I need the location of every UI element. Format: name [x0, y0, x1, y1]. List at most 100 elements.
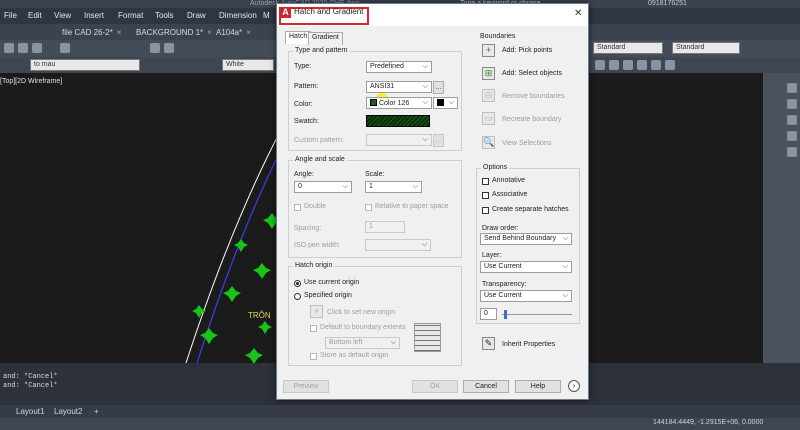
draw-polyline-icon[interactable] — [609, 60, 619, 70]
color-combo[interactable]: White — [222, 59, 274, 71]
use-current-origin-radio[interactable] — [294, 280, 301, 287]
doc-tab-3[interactable]: A104a* × — [212, 26, 255, 39]
transparency-value[interactable]: 0 — [480, 308, 497, 320]
layout-tabs: Layout1 Layout2 + — [0, 405, 800, 418]
close-icon[interactable]: × — [246, 28, 251, 37]
origin-position-select[interactable]: Bottom left ⌵ — [325, 337, 400, 349]
cancel-button[interactable]: Cancel — [463, 380, 509, 393]
remove-boundaries-button[interactable]: Remove boundaries — [502, 93, 565, 100]
menu-view[interactable]: View — [54, 11, 71, 20]
angle-scale-heading: Angle and scale — [293, 156, 347, 163]
chevron-down-icon: ⌵ — [422, 63, 428, 70]
double-checkbox[interactable] — [294, 204, 301, 211]
select-objects-icon[interactable]: ⊞ — [482, 67, 495, 80]
command-history-1: and: *Cancel* — [3, 373, 58, 381]
scale-select[interactable]: 1 ⌵ — [365, 181, 422, 193]
inherit-properties-button[interactable]: Inherit Properties — [502, 341, 555, 348]
custom-pattern-select[interactable]: ⌵ — [366, 134, 432, 146]
layer-select[interactable]: Use Current ⌵ — [480, 261, 572, 273]
add-layout-button[interactable]: + — [94, 407, 99, 416]
tab-gradient[interactable]: Gradient — [308, 32, 343, 45]
text-style-combo[interactable]: Standard — [593, 42, 663, 54]
menu-modify[interactable]: M — [263, 11, 270, 20]
transparency-select[interactable]: Use Current ⌵ — [480, 290, 572, 302]
ok-button[interactable]: OK — [412, 380, 458, 393]
redo-icon[interactable] — [164, 43, 174, 53]
menu-draw[interactable]: Draw — [187, 11, 206, 20]
angle-select[interactable]: 0 ⌵ — [294, 181, 352, 193]
layout-tab-1[interactable]: Layout1 — [16, 407, 44, 416]
menu-tools[interactable]: Tools — [155, 11, 174, 20]
color-label: Color: — [294, 101, 313, 108]
annotative-checkbox[interactable] — [482, 178, 489, 185]
steering-wheel-icon[interactable] — [787, 147, 797, 157]
menu-edit[interactable]: Edit — [28, 11, 42, 20]
associative-checkbox[interactable] — [482, 192, 489, 199]
zoom-icon[interactable] — [787, 99, 797, 109]
hatch-swatch[interactable] — [366, 115, 430, 127]
menu-dimension[interactable]: Dimension — [219, 11, 257, 20]
background-color-select[interactable]: ⌵ — [433, 97, 458, 109]
specified-origin-radio[interactable] — [294, 293, 301, 300]
pan-icon[interactable] — [787, 83, 797, 93]
custom-browse-button[interactable]: … — [433, 134, 444, 147]
transparency-slider-thumb[interactable] — [504, 310, 507, 319]
draw-rectangle-icon[interactable] — [637, 60, 647, 70]
recreate-boundary-icon[interactable]: ▭ — [482, 112, 495, 125]
inherit-properties-icon[interactable]: ✎ — [482, 337, 495, 350]
command-history-2: and: *Cancel* — [3, 382, 58, 390]
new-icon[interactable] — [4, 43, 14, 53]
iso-pen-select[interactable]: ⌵ — [365, 239, 431, 251]
layer-combo[interactable]: to mau — [30, 59, 140, 71]
draw-polygon-icon[interactable] — [623, 60, 633, 70]
dim-style-combo[interactable]: Standard — [672, 42, 740, 54]
select-objects-button[interactable]: Add: Select objects — [502, 70, 562, 77]
pattern-browse-button[interactable]: … — [433, 81, 444, 94]
default-extents-label: Default to boundary extents — [320, 324, 406, 331]
separate-hatches-checkbox[interactable] — [482, 207, 489, 214]
save-icon[interactable] — [32, 43, 42, 53]
orbit-icon[interactable] — [787, 115, 797, 125]
type-select[interactable]: Predefined ⌵ — [366, 61, 432, 73]
store-default-checkbox[interactable] — [310, 353, 317, 360]
status-bar: 144184.4449, -1.2915E+06, 0.0000 — [0, 418, 800, 430]
print-icon[interactable] — [60, 43, 70, 53]
view-selections-icon[interactable]: 🔍 — [482, 136, 495, 149]
recreate-boundary-button[interactable]: Recreate boundary — [502, 116, 562, 123]
menu-file[interactable]: File — [4, 11, 17, 20]
view-selections-button[interactable]: View Selections — [502, 140, 551, 147]
doc-tab-2[interactable]: BACKGROUND 1* × — [132, 26, 216, 39]
user-id: 0918176251 — [648, 0, 687, 7]
close-icon[interactable]: × — [117, 28, 122, 37]
help-button[interactable]: Help — [515, 380, 561, 393]
draw-circle-icon[interactable] — [665, 60, 675, 70]
options-heading: Options — [481, 164, 510, 171]
layout-tab-2[interactable]: Layout2 — [54, 407, 82, 416]
undo-icon[interactable] — [150, 43, 160, 53]
angle-label: Angle: — [294, 171, 314, 178]
pick-points-button[interactable]: Add: Pick points — [502, 47, 552, 54]
showmotion-icon[interactable] — [787, 131, 797, 141]
chevron-down-icon: ⌵ — [562, 263, 568, 270]
doc-tab-1[interactable]: file CAD 26-2* × — [58, 26, 125, 39]
transparency-label: Transparency: — [482, 281, 527, 288]
pattern-label: Pattern: — [294, 83, 319, 90]
remove-boundaries-icon[interactable]: ⊟ — [482, 89, 495, 102]
more-options-icon[interactable]: › — [568, 380, 580, 392]
relative-paper-checkbox[interactable] — [365, 204, 372, 211]
preview-button[interactable]: Preview — [283, 380, 329, 393]
set-origin-icon[interactable]: ⌖ — [310, 305, 323, 318]
specified-origin-label: Specified origin — [304, 292, 352, 299]
pick-points-icon[interactable]: + — [482, 44, 495, 57]
pattern-select[interactable]: ANSI31 ⌵ — [366, 81, 432, 93]
open-icon[interactable] — [18, 43, 28, 53]
menu-insert[interactable]: Insert — [84, 11, 104, 20]
default-extents-checkbox[interactable] — [310, 325, 317, 332]
spacing-input[interactable]: 1 — [365, 221, 405, 233]
draw-arc-icon[interactable] — [651, 60, 661, 70]
hatch-color-select[interactable]: Color 126 ⌵ — [366, 97, 432, 109]
draw-order-select[interactable]: Send Behind Boundary ⌵ — [480, 233, 572, 245]
draw-line-icon[interactable] — [595, 60, 605, 70]
menu-format[interactable]: Format — [118, 11, 143, 20]
close-icon[interactable]: ✕ — [574, 8, 582, 19]
